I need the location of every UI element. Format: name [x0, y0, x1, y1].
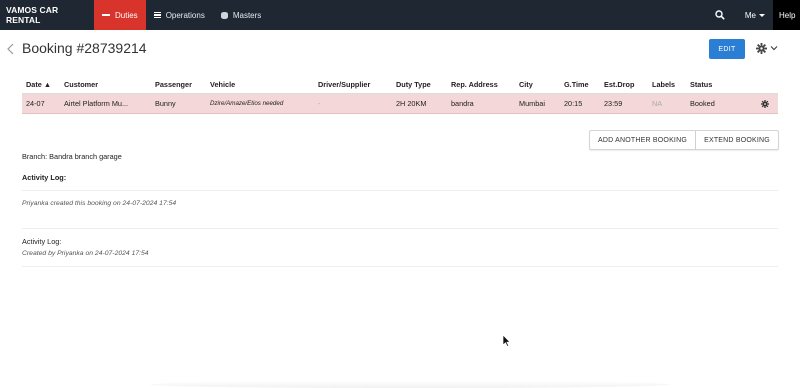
list-icon [153, 12, 161, 18]
col-duty-type[interactable]: Duty Type [396, 80, 431, 89]
mouse-cursor-icon [503, 335, 511, 347]
back-arrow-icon[interactable] [6, 43, 16, 55]
nav-duties[interactable]: Duties [94, 0, 146, 30]
edit-button[interactable]: EDIT [709, 39, 745, 59]
cell-duty-type: 2H 20KM [396, 99, 427, 108]
brand-logo[interactable]: VAMOS CAR RENTAL [0, 0, 94, 30]
minus-icon [102, 14, 110, 16]
cell-passenger: Bunny [155, 99, 176, 108]
col-driver[interactable]: Driver/Supplier [318, 80, 370, 89]
nav-masters[interactable]: Masters [213, 0, 269, 30]
nav-duties-label: Duties [115, 10, 138, 20]
col-customer[interactable]: Customer [64, 80, 98, 89]
table-row[interactable]: 24-07 Airtel Platform Mu... Bunny Dzire/… [22, 94, 778, 114]
col-rep-address[interactable]: Rep. Address [451, 80, 498, 89]
top-navbar: VAMOS CAR RENTAL Duties Operations Maste… [0, 0, 800, 30]
col-city[interactable]: City [519, 80, 533, 89]
chevron-down-icon [770, 46, 778, 51]
page-title: Booking #28739214 [22, 40, 147, 56]
activity-log-entry: Priyanka created this booking on 24-07-2… [22, 200, 177, 207]
cell-vehicle: Dzire/Amaze/Etios needed [210, 100, 284, 107]
cell-est-drop: 23:59 [604, 99, 623, 108]
divider [22, 228, 778, 229]
activity-log-entry: Created by Priyanka on 24-07-2024 17:54 [22, 250, 149, 257]
col-date[interactable]: Date ▲ [26, 80, 51, 89]
cell-driver: - [318, 99, 321, 108]
col-vehicle[interactable]: Vehicle [210, 80, 235, 89]
table-header: Date ▲ Customer Passenger Vehicle Driver… [22, 76, 778, 94]
gear-icon [756, 42, 767, 54]
add-another-booking-button[interactable]: ADD ANOTHER BOOKING [589, 130, 696, 150]
activity-log-title: Activity Log: [22, 173, 67, 182]
col-passenger[interactable]: Passenger [155, 80, 192, 89]
settings-dropdown[interactable] [756, 41, 778, 55]
user-menu-label: Me [744, 10, 756, 20]
extend-booking-button[interactable]: EXTEND BOOKING [696, 130, 779, 150]
branch-info: Branch: Bandra branch garage [22, 152, 122, 161]
col-status[interactable]: Status [690, 80, 712, 89]
cell-status: Booked [690, 99, 715, 108]
cell-g-time: 20:15 [564, 99, 583, 108]
row-gear-icon[interactable] [761, 100, 769, 108]
database-icon [220, 11, 228, 19]
cell-labels: NA [652, 99, 663, 108]
help-link[interactable]: Help [773, 0, 800, 30]
col-g-time[interactable]: G.Time [564, 80, 589, 89]
nav-right: Me Help [705, 0, 800, 30]
user-menu[interactable]: Me [735, 0, 773, 30]
divider [22, 190, 778, 191]
cell-customer: Airtel Platform Mu... [64, 99, 129, 108]
search-icon [715, 10, 725, 20]
divider [22, 266, 778, 267]
cell-date: 24-07 [26, 99, 45, 108]
nav-operations[interactable]: Operations [146, 0, 213, 30]
bookings-table: Date ▲ Customer Passenger Vehicle Driver… [22, 76, 778, 114]
search-button[interactable] [705, 0, 735, 30]
cell-city: Mumbai [519, 99, 545, 108]
cell-rep-address: bandra [451, 99, 474, 108]
activity-log-title: Activity Log: [22, 237, 62, 246]
nav-operations-label: Operations [165, 10, 205, 20]
bottom-shadow [150, 381, 670, 388]
nav-masters-label: Masters [232, 10, 262, 20]
col-est-drop[interactable]: Est.Drop [604, 80, 634, 89]
col-labels[interactable]: Labels [652, 80, 675, 89]
chevron-down-icon [759, 13, 765, 17]
booking-actions: ADD ANOTHER BOOKING EXTEND BOOKING [589, 130, 779, 150]
